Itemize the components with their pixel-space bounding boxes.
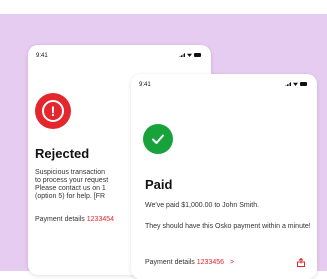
signal-icon [285,82,291,86]
status-bar: 9:41 [139,82,307,92]
status-icons [285,82,307,86]
wifi-icon [187,53,192,57]
rejected-payment-details[interactable]: Payment details 1233454 [35,216,114,223]
status-time: 9:41 [36,53,48,59]
wifi-icon [293,82,298,86]
exclamation-icon: ! [42,100,64,122]
paid-title: Paid [145,177,173,192]
payment-details-label: Payment details [145,259,195,266]
status-icons [179,53,201,57]
paid-screen: 9:41 Paid We've paid $1,000.00 to John S… [131,74,317,279]
error-icon: ! [35,93,71,129]
payment-details-id[interactable]: 1233456 [197,259,224,266]
status-time: 9:41 [139,82,151,88]
chevron-right-icon: > [229,259,235,266]
payment-details-label: Payment details [35,216,85,223]
rejected-title: Rejected [35,146,90,161]
paid-payment-details[interactable]: Payment details 1233456 > [145,259,234,266]
paid-message: We've paid $1,000.00 to John Smith. [145,202,260,209]
battery-icon [194,53,201,57]
status-bar: 9:41 [36,53,201,63]
payment-details-id[interactable]: 1233454 [87,216,114,223]
check-icon [143,124,173,154]
paid-submessage: They should have this Osko payment withi… [145,223,311,230]
signal-icon [179,53,185,57]
share-icon[interactable] [297,258,305,267]
battery-icon [300,82,307,86]
